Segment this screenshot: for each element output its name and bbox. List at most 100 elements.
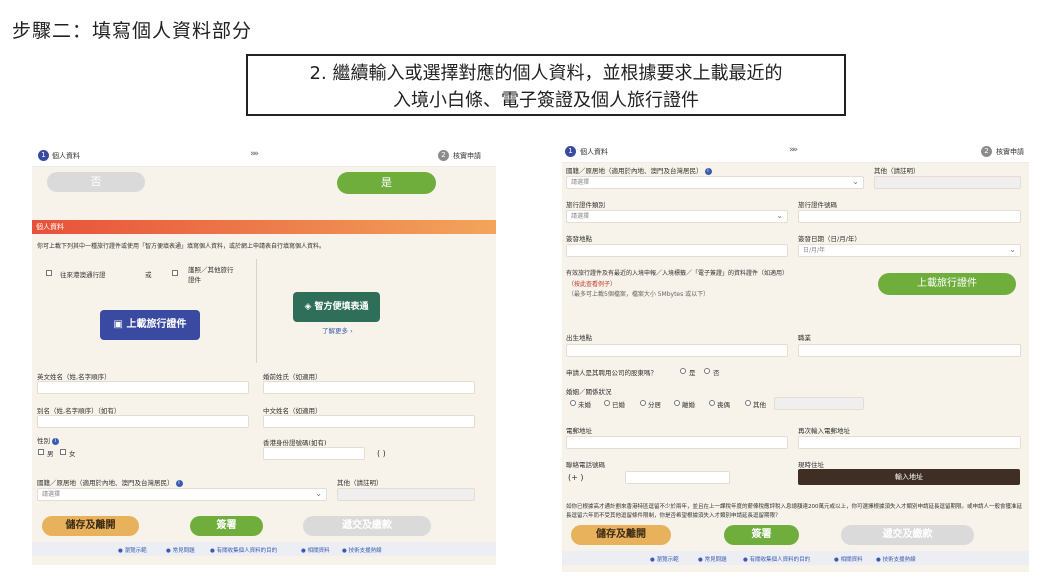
occupation-input[interactable]: [798, 344, 1021, 357]
other-label: 其他（請註明）: [337, 479, 383, 487]
alias-label: 別名（姓,名字順序）（如有）: [37, 407, 121, 415]
sign-button[interactable]: 簽署: [724, 525, 799, 545]
phone-label: 聯絡電話號碼: [566, 461, 605, 469]
footer-link-privacy-text: 有關收集個人資料的目的: [216, 548, 278, 554]
marital-divorced-label: 離婚: [682, 401, 695, 409]
shareholder-yes-radio[interactable]: [680, 368, 686, 374]
email-confirm-input[interactable]: [798, 436, 1021, 449]
upload-travel-doc-button[interactable]: ▣ 上載旅行證件: [100, 310, 200, 340]
marital-radio-widowed[interactable]: [709, 400, 715, 406]
nationality-select[interactable]: 請選擇: [37, 488, 327, 501]
submit-pay-button[interactable]: 遞交及繳款: [303, 516, 431, 536]
nationality-label-text: 國籍／原居地（適用於內地、澳門及台灣居民）: [37, 479, 174, 487]
marital-radio-married[interactable]: [604, 400, 610, 406]
maiden-name-label: 婚前姓氏（如適用）: [263, 373, 322, 381]
marital-married-label: 已婚: [612, 401, 625, 409]
sex-male-label: 男: [47, 450, 54, 458]
footer-link-support[interactable]: ● 技術支援熱線: [342, 546, 382, 554]
upload-label: 上載旅行證件: [126, 319, 187, 330]
eng-name-label: 英文姓名（姓,名字順序）: [37, 373, 111, 381]
step-1-label: 個人資料: [580, 148, 608, 156]
birth-place-label: 出生地點: [566, 334, 592, 342]
progress-strip: [32, 143, 496, 167]
chi-name-input[interactable]: [263, 415, 475, 428]
submit-pay-button[interactable]: 遞交及繳款: [841, 525, 974, 545]
email-input[interactable]: [566, 436, 788, 449]
option-1-checkbox[interactable]: [46, 270, 52, 276]
left-screenshot: 1 個人資料 »» 2 核實申請 否 是 個人資料 你可上載下列其中一種旅行證件…: [32, 143, 496, 565]
info-icon[interactable]: i: [52, 437, 59, 445]
save-exit-button[interactable]: 儲存及離開: [42, 516, 139, 536]
example-link[interactable]: （按此查看例子）: [568, 279, 616, 288]
issue-date-label: 簽發日期（日/月/年）: [798, 235, 861, 243]
doc-type-label: 旅行證件類別: [566, 201, 605, 209]
hkid-label: 香港身份證號碼(如有): [263, 439, 327, 447]
footer-link-support[interactable]: ● 技術支援熱線: [876, 555, 916, 563]
step-1-label: 個人資料: [52, 152, 80, 160]
option-2-label-a: 護照／其他旅行: [188, 266, 234, 274]
iamsmart-icon: ◈: [304, 302, 315, 312]
or-text: 或: [145, 271, 152, 279]
step-1-dot: 1: [565, 146, 576, 157]
marital-radio-other[interactable]: [745, 400, 751, 406]
sex-female-checkbox[interactable]: [60, 449, 66, 455]
hkid-check-digit[interactable]: ( ): [377, 449, 386, 458]
nationality-label: 國籍／原居地（適用於內地、澳門及台灣居民） i: [37, 477, 183, 487]
footer-link-faq[interactable]: ● 常見問題: [698, 555, 727, 563]
extension-note: 如你已根據高才通計劃來香港特區逗留不少於兩年，並且在上一課稅年度的薪俸稅應評稅入…: [566, 504, 1023, 519]
phone-country-code[interactable]: (+ ): [568, 473, 584, 482]
alias-input[interactable]: [37, 415, 249, 428]
doc-type-placeholder: 請選擇: [571, 213, 590, 220]
option-1-label: 往來港澳通行證: [60, 271, 106, 279]
other-input[interactable]: [337, 488, 475, 501]
callout-line-1: 2. 繼續輸入或選擇對應的個人資料，並根據要求上載最近的: [309, 63, 783, 84]
learn-more-link[interactable]: 了解更多 ›: [322, 325, 353, 335]
doc-no-input[interactable]: [798, 210, 1021, 223]
info-icon[interactable]: i: [704, 167, 712, 175]
upload-desc-label: 有效旅行證件及有最近的入境申報／入境標籤／「電子簽證」的資料證件（如適用）: [566, 270, 789, 277]
birth-place-input[interactable]: [566, 344, 788, 357]
issue-date-input[interactable]: 日/月/年: [798, 244, 1021, 257]
marital-label: 婚姻／關係狀況: [566, 388, 612, 396]
marital-radio-divorced[interactable]: [674, 400, 680, 406]
issue-date-placeholder: 日/月/年: [803, 247, 826, 254]
doc-type-select[interactable]: 請選擇: [566, 210, 788, 223]
other-input[interactable]: [874, 176, 1021, 189]
footer-link-demo[interactable]: ● 瀏覽示範: [650, 555, 679, 563]
iamsmart-button[interactable]: ◈ 智方便填表通: [293, 292, 380, 322]
document-icon: ▣: [113, 319, 127, 330]
footer-link-privacy[interactable]: ● 有關收集個人資料的目的: [743, 555, 810, 563]
save-exit-button[interactable]: 儲存及離開: [571, 525, 671, 545]
marital-radio-separated[interactable]: [640, 400, 646, 406]
marital-radio-single[interactable]: [570, 400, 576, 406]
footer-link-related[interactable]: ● 相關資料: [301, 546, 330, 554]
hkid-input[interactable]: [263, 447, 365, 460]
upload-travel-doc-button[interactable]: 上載旅行證件: [878, 273, 1016, 295]
footer-link-related-text: 相關資料: [307, 548, 330, 554]
phone-input[interactable]: [625, 471, 730, 484]
no-button[interactable]: 否: [47, 172, 145, 192]
sex-male-checkbox[interactable]: [38, 449, 44, 455]
sign-button[interactable]: 簽署: [190, 516, 263, 536]
footer-link-faq[interactable]: ● 常見問題: [166, 546, 195, 554]
footer-link-privacy-text: 有關收集個人資料的目的: [749, 557, 811, 563]
footer-link-related-text: 相關資料: [840, 557, 863, 563]
yes-button[interactable]: 是: [337, 172, 436, 194]
doc-no-label: 旅行證件號碼: [798, 201, 837, 209]
shareholder-no-radio[interactable]: [704, 368, 710, 374]
section-banner: 個人資料: [32, 220, 496, 234]
marital-other-input[interactable]: [774, 397, 864, 410]
info-icon[interactable]: i: [175, 479, 183, 487]
nationality-select[interactable]: 請選擇: [566, 176, 864, 189]
instruction-callout: 2. 繼續輸入或選擇對應的個人資料，並根據要求上載最近的 入境小白條、電子簽證及…: [246, 54, 846, 116]
sex-female-label: 女: [69, 450, 76, 458]
footer-link-demo[interactable]: ● 瀏覽示範: [118, 546, 147, 554]
enter-address-button[interactable]: 輸入地址: [798, 469, 1020, 485]
footer-link-related[interactable]: ● 相關資料: [834, 555, 863, 563]
issue-place-input[interactable]: [566, 244, 788, 257]
marital-single-label: 未婚: [578, 401, 591, 409]
eng-name-input[interactable]: [37, 381, 249, 394]
option-2-checkbox[interactable]: [172, 270, 178, 276]
footer-link-privacy[interactable]: ● 有關收集個人資料的目的: [210, 546, 277, 554]
maiden-name-input[interactable]: [263, 381, 475, 394]
